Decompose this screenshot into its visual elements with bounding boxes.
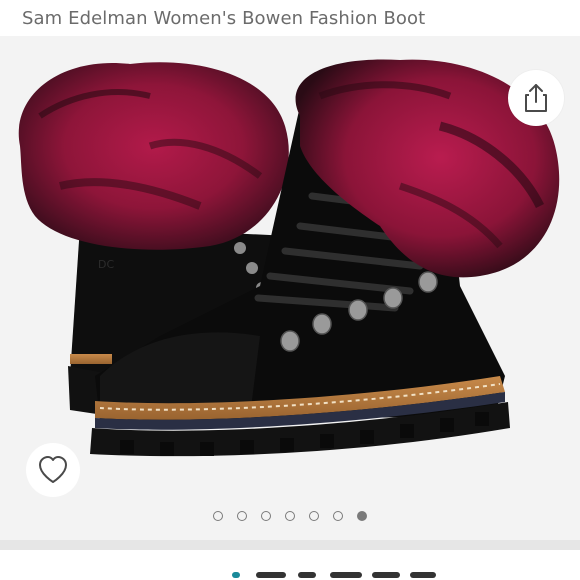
gallery-dot[interactable]	[237, 511, 247, 521]
heart-icon	[39, 456, 67, 483]
gallery-dot[interactable]	[285, 511, 295, 521]
partial-text-fragment	[372, 572, 400, 578]
gallery-dot[interactable]	[333, 511, 343, 521]
product-image-gallery[interactable]: DC	[0, 36, 580, 540]
gallery-dot[interactable]	[213, 511, 223, 521]
product-title: Sam Edelman Women's Bowen Fashion Boot	[22, 8, 426, 29]
gallery-dot[interactable]	[261, 511, 271, 521]
gallery-dot[interactable]	[309, 511, 319, 521]
partial-text-fragment	[410, 572, 436, 578]
favorite-button[interactable]	[26, 443, 80, 497]
product-page: Sam Edelman Women's Bowen Fashion Boot D…	[0, 0, 580, 580]
partial-text-fragment	[256, 572, 286, 578]
partial-text-fragment	[298, 572, 316, 578]
section-divider	[0, 540, 580, 550]
next-section-partial	[0, 550, 580, 580]
gallery-dot-active[interactable]	[357, 511, 367, 521]
share-button[interactable]	[508, 70, 564, 126]
gallery-pagination	[0, 511, 580, 521]
share-icon	[525, 84, 547, 112]
svg-text:DC: DC	[98, 258, 114, 271]
product-image: DC	[18, 59, 560, 457]
partial-text-fragment	[330, 572, 362, 578]
partial-text-fragment	[232, 572, 240, 578]
